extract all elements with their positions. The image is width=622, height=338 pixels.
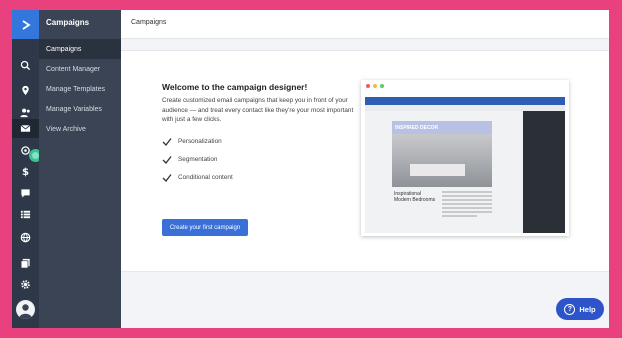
icon-rail: $ <box>12 10 42 328</box>
designer-preview-image: INSPIRED DECOR Inspirational Modern Bedr… <box>361 80 569 236</box>
welcome-title: Welcome to the campaign designer! <box>162 82 308 92</box>
subnav-item-content-manager[interactable]: Content Manager <box>39 59 121 79</box>
welcome-text: Welcome to the campaign designer! Create… <box>162 82 362 187</box>
list-icon[interactable] <box>12 205 39 224</box>
preview-block-panel <box>523 111 565 233</box>
feature-list: Personalization Segmentation Conditional… <box>162 133 362 187</box>
welcome-body: Create customized email campaigns that k… <box>162 97 354 123</box>
feature-label: Segmentation <box>178 156 218 163</box>
svg-text:$: $ <box>22 167 29 177</box>
globe-icon[interactable] <box>12 228 39 247</box>
preview-paragraph <box>442 191 492 219</box>
bedroom-photo <box>392 134 492 187</box>
subnav-item-campaigns[interactable]: Campaigns <box>39 39 121 59</box>
create-campaign-button[interactable]: Create your first campaign <box>162 219 248 236</box>
dollar-icon[interactable]: $ <box>12 162 39 181</box>
bed-shape <box>410 164 465 176</box>
subnav-item-manage-variables[interactable]: Manage Variables <box>39 99 121 119</box>
preview-canvas: INSPIRED DECOR Inspirational Modern Bedr… <box>365 111 523 233</box>
feature-label: Personalization <box>178 138 222 145</box>
preview-toolbar <box>365 97 565 105</box>
subnav-title: Campaigns <box>46 18 90 27</box>
chat-icon[interactable] <box>12 184 39 203</box>
subnav-item-view-archive[interactable]: View Archive <box>39 119 121 139</box>
window-dots <box>366 84 384 88</box>
feature-item: Conditional content <box>162 169 362 187</box>
checkmark-icon <box>162 173 172 182</box>
welcome-panel: Welcome to the campaign designer! Create… <box>121 50 609 272</box>
gear-icon[interactable] <box>12 275 39 294</box>
search-icon[interactable] <box>12 56 39 75</box>
page-title: Campaigns <box>121 10 609 39</box>
sub-navigation: Campaigns Campaigns Content Manager Mana… <box>39 10 121 328</box>
help-label: Help <box>579 304 596 314</box>
checkmark-icon <box>162 137 172 146</box>
feature-item: Personalization <box>162 133 362 151</box>
location-icon[interactable] <box>12 81 39 100</box>
question-icon: ? <box>564 303 576 315</box>
feature-label: Conditional content <box>178 174 233 181</box>
app-window: $ Campaigns Campaigns Content Manager Ma… <box>12 10 609 328</box>
preview-heading: Inspirational Modern Bedrooms <box>394 191 436 203</box>
subnav-item-manage-templates[interactable]: Manage Templates <box>39 79 121 99</box>
main-content: Campaigns Welcome to the campaign design… <box>121 10 609 328</box>
pages-icon[interactable] <box>12 254 39 273</box>
mail-icon[interactable] <box>12 119 39 138</box>
avatar[interactable] <box>16 300 35 319</box>
checkmark-icon <box>162 155 172 164</box>
logo-icon[interactable] <box>12 10 39 39</box>
preview-banner: INSPIRED DECOR <box>392 121 492 134</box>
help-button[interactable]: ? Help <box>556 298 604 320</box>
feature-item: Segmentation <box>162 151 362 169</box>
